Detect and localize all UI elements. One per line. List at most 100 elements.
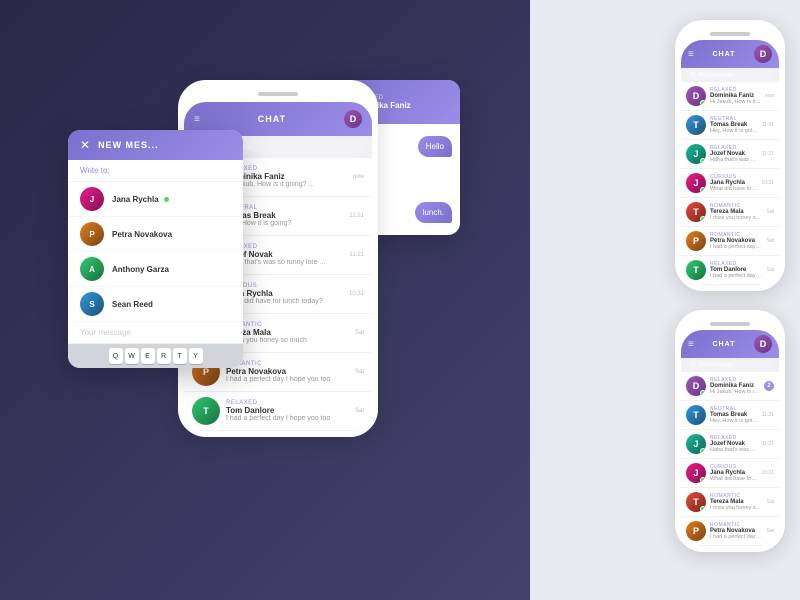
overlay-header: ✕ NEW MES... — [68, 130, 243, 160]
list-item[interactable]: J CURIOUS Jana Rychla What did have for … — [681, 459, 779, 488]
list-item[interactable]: T NEUTRAL Tomas Break Hey, How it is goi… — [681, 111, 779, 140]
avatar: T — [192, 397, 220, 425]
new-message-button[interactable]: ✎ New message — [686, 70, 774, 80]
contact-name: Sean Reed — [112, 300, 153, 309]
avatar-initial: P — [686, 231, 706, 251]
contact-name: Dominika Faniz — [226, 172, 347, 181]
avatar-initial: S — [80, 292, 104, 316]
avatar: T — [686, 202, 706, 222]
list-item[interactable]: D RELAXED Dominika Faniz Hi Jakub, How i… — [681, 82, 779, 111]
message-preview: I had a perfect day I hope you too — [226, 376, 349, 383]
list-item[interactable]: T ROMANTIC Tereza Mala I miss you honey … — [681, 488, 779, 517]
list-item[interactable]: J RELAXED Jozef Novak Haha that's was so… — [681, 140, 779, 169]
chat-list: D RELAXED Dominika Faniz Hi Jakub, How i… — [681, 82, 779, 285]
online-indicator — [700, 390, 706, 396]
contact-name: Tom Danlore — [226, 406, 349, 415]
message-bubble-sent: lunch. — [415, 202, 452, 223]
chat-info: RELAXED Jozef Novak Haha that's was so f… — [226, 244, 343, 266]
contact-item[interactable]: S Sean Reed — [68, 287, 243, 322]
profile-avatar: D — [754, 45, 772, 63]
online-indicator — [700, 187, 706, 193]
avatar: P — [686, 231, 706, 251]
chat-info: RELAXED Dominika Faniz Hi Jakub, How is … — [226, 166, 347, 188]
phone-mockup-top-right: ≡ CHAT D ✎ New message D RELAXED Dominik… — [675, 20, 785, 291]
chat-info: CURIOUS Jana Rychla What did have for lu… — [710, 174, 757, 192]
message-preview: I had a perfect day I hope yoo too — [226, 415, 349, 422]
avatar: T — [686, 492, 706, 512]
contact-name: Jana Rychla — [226, 289, 343, 298]
avatar: J — [686, 434, 706, 454]
new-message-button[interactable]: ✎ New message — [686, 360, 774, 370]
phone-speaker — [710, 32, 750, 36]
chat-list: D RELAXED Dominika Faniz Hi Jakub, How i… — [681, 372, 779, 546]
key-q[interactable]: Q — [109, 348, 123, 364]
list-item[interactable]: J RELAXED Jozef Novak Haha that's was so… — [681, 430, 779, 459]
message-time: Sat — [355, 369, 364, 375]
message-time: now — [765, 93, 774, 99]
message-time: 10:31 — [761, 470, 774, 476]
contact-item[interactable]: P Petra Novakova — [68, 217, 243, 252]
chat-header: ≡ CHAT D — [681, 40, 779, 68]
message-preview: I miss you honey so much — [226, 337, 349, 344]
message-preview: What did have for lunch today? — [710, 186, 757, 192]
chat-info: RELAXED Tom Danlore I had a perfect day … — [710, 261, 762, 279]
chat-info: RELAXED Tom Danlore I had a perfect day … — [226, 400, 349, 422]
contact-name: Jozef Novak — [226, 250, 343, 259]
list-item[interactable]: D RELAXED Dominika Faniz Hi Jakub, How i… — [681, 372, 779, 401]
message-time: Sat — [766, 528, 774, 534]
chat-title: CHAT — [694, 341, 754, 348]
list-item[interactable]: T ROMANTIC Tereza Mala I miss you honey … — [681, 198, 779, 227]
message-input[interactable]: Your message — [68, 322, 243, 344]
chat-info: CURIOUS Jana Rychla What did have for lu… — [710, 464, 757, 482]
keyboard: Q W E R T Y — [68, 344, 243, 368]
message-time: 11:21 — [762, 122, 774, 128]
key-e[interactable]: E — [141, 348, 155, 364]
message-time: 10:31 — [761, 180, 774, 186]
chat-header: ≡ CHAT D — [681, 330, 779, 358]
list-item[interactable]: P ROMANTIC Petra Novakova I had a perfec… — [681, 227, 779, 256]
contact-item[interactable]: A Anthony Garza — [68, 252, 243, 287]
message-preview: Hey, How it is going? — [710, 418, 758, 424]
avatar-initial: D — [344, 110, 362, 128]
avatar-initial: P — [80, 222, 104, 246]
phone-mockup-bottom-right: ≡ CHAT D ✎ New message D RELAXED Dominik… — [675, 310, 785, 552]
new-message-overlay: ✕ NEW MES... Write to: J Jana Rychla P P… — [68, 130, 243, 368]
contact-item[interactable]: J Jana Rychla — [68, 182, 243, 217]
message-time: 11:21 — [762, 151, 774, 157]
list-item[interactable]: T RELAXED Tom Danlore I had a perfect da… — [184, 392, 372, 431]
list-item[interactable]: J CURIOUS Jana Rychla What did have for … — [681, 169, 779, 198]
contact-name: Tomas Break — [226, 211, 343, 220]
contact-name: Petra Novakova — [226, 367, 349, 376]
avatar: T — [686, 115, 706, 135]
avatar-initial: T — [686, 260, 706, 280]
write-to-label: Write to: — [68, 160, 243, 182]
compose-icon: ✎ — [691, 72, 696, 78]
message-preview: I miss you honey so much — [710, 215, 762, 221]
message-time: 11:21 — [349, 252, 364, 258]
key-r[interactable]: R — [157, 348, 171, 364]
key-w[interactable]: W — [125, 348, 139, 364]
message-time: Sat — [766, 267, 774, 273]
contact-name: Anthony Garza — [112, 265, 169, 274]
message-preview: Haha that's was so funny lore ... — [226, 259, 343, 266]
key-t[interactable]: T — [173, 348, 187, 364]
new-message-label: New message — [699, 72, 734, 78]
avatar-initial: J — [80, 187, 104, 211]
avatar: T — [686, 405, 706, 425]
online-indicator — [700, 216, 706, 222]
avatar-initial: D — [754, 45, 772, 63]
list-item[interactable]: P ROMANTIC Petra Novakova I had a perfec… — [681, 517, 779, 546]
message-time: Sat — [355, 330, 364, 336]
chat-info: RELAXED Jozef Novak Haha that's was so f… — [710, 435, 758, 453]
message-preview: Hi Jakub, How is it going? ... — [710, 99, 761, 105]
key-y[interactable]: Y — [189, 348, 203, 364]
chat-title: CHAT — [200, 114, 344, 124]
list-item[interactable]: T NEUTRAL Tomas Break Hey, How it is goi… — [681, 401, 779, 430]
chat-info: ROMANTIC Petra Novakova I had a perfect … — [710, 232, 762, 250]
message-preview: I miss you honey so much — [710, 505, 762, 511]
close-button[interactable]: ✕ — [80, 138, 90, 152]
message-preview: Haha that's was so funny lore ... — [710, 447, 758, 453]
message-preview: Hey, How it is going? — [226, 220, 343, 227]
contact-name: Jana Rychla — [112, 195, 169, 204]
list-item[interactable]: T RELAXED Tom Danlore I had a perfect da… — [681, 256, 779, 285]
